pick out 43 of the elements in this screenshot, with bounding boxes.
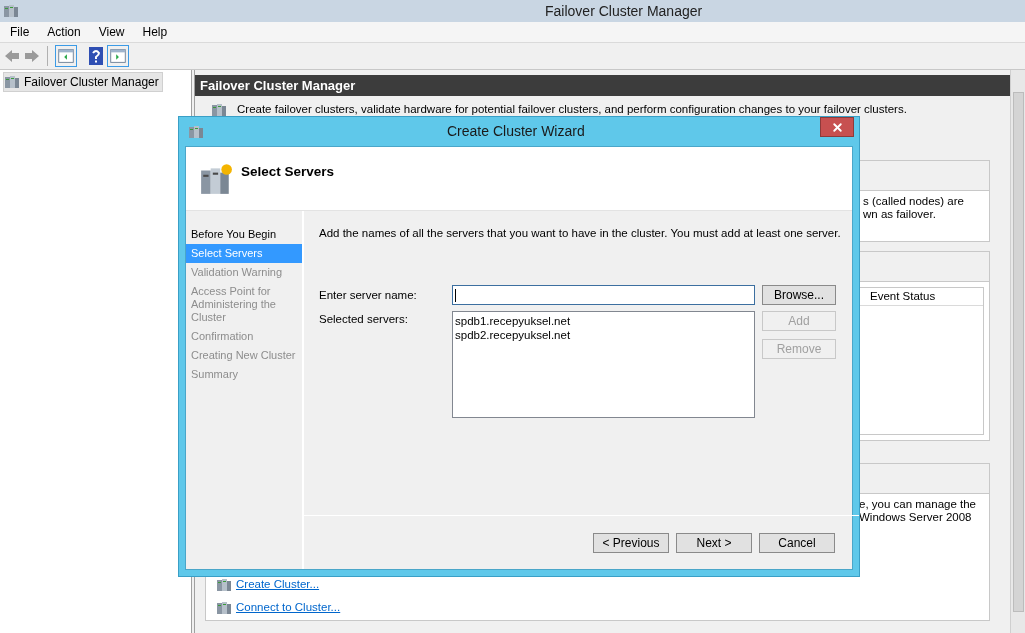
instruction-text: Add the names of all the servers that you want to have in the cluster. You must add at least one server. xyxy=(319,226,842,241)
help-icon[interactable] xyxy=(89,47,103,65)
close-icon xyxy=(830,120,844,134)
menu-item[interactable]: Help xyxy=(134,23,176,41)
dialog-title: Create Cluster Wizard xyxy=(447,122,585,141)
section-text: wn as failover. xyxy=(863,208,937,221)
link[interactable]: Connect to Cluster... xyxy=(236,598,341,617)
cluster-icon xyxy=(4,74,20,90)
section-text: Windows Server 2008 xyxy=(859,511,973,524)
page-heading: Select Servers xyxy=(241,163,335,182)
server-name-field[interactable] xyxy=(452,285,755,306)
button[interactable]: Browse... xyxy=(762,285,836,306)
close-button[interactable] xyxy=(820,117,854,137)
window-title: Failover Cluster Manager xyxy=(545,1,703,21)
menu-item[interactable]: Action xyxy=(39,23,89,41)
tree-item[interactable]: Failover Cluster Manager xyxy=(3,72,163,92)
button[interactable]: < Previous xyxy=(593,532,669,553)
action-pane-icon[interactable] xyxy=(107,45,129,67)
menu-item[interactable]: View xyxy=(90,23,133,41)
section-text: s (called nodes) are xyxy=(863,195,965,208)
link[interactable]: Create Cluster... xyxy=(236,575,320,594)
column-header[interactable]: Event Status xyxy=(870,287,936,306)
field-label: Selected servers: xyxy=(319,312,409,328)
server-list[interactable]: spdb1.recepyuksel.net spdb2.recepyuksel.net xyxy=(452,311,755,419)
forward-arrow-icon[interactable] xyxy=(24,49,40,63)
cluster-icon xyxy=(216,576,232,593)
button[interactable]: Cancel xyxy=(759,532,835,553)
cluster-icon xyxy=(216,599,232,616)
list-item[interactable]: spdb2.recepyuksel.net xyxy=(455,328,752,343)
back-arrow-icon[interactable] xyxy=(4,49,20,63)
menu-item[interactable]: File xyxy=(2,23,38,41)
pane-header: Failover Cluster Manager xyxy=(195,75,1010,96)
section-text: e, you can manage the xyxy=(859,498,977,511)
console-tree-icon[interactable] xyxy=(55,45,77,67)
app-icon xyxy=(3,3,19,19)
list-item[interactable]: spdb1.recepyuksel.net xyxy=(455,314,752,329)
description-text: Create failover clusters, validate hardware for potential failover clusters, and perform configuration changes to your failover clusters. xyxy=(237,102,907,118)
wizard-step[interactable]: Before You Begin xyxy=(186,225,302,244)
wizard-icon xyxy=(188,123,204,140)
field-label: Enter server name: xyxy=(319,288,418,304)
scrollbar[interactable] xyxy=(1010,70,1025,633)
button[interactable]: Next > xyxy=(676,532,752,553)
servers-icon xyxy=(199,161,233,196)
